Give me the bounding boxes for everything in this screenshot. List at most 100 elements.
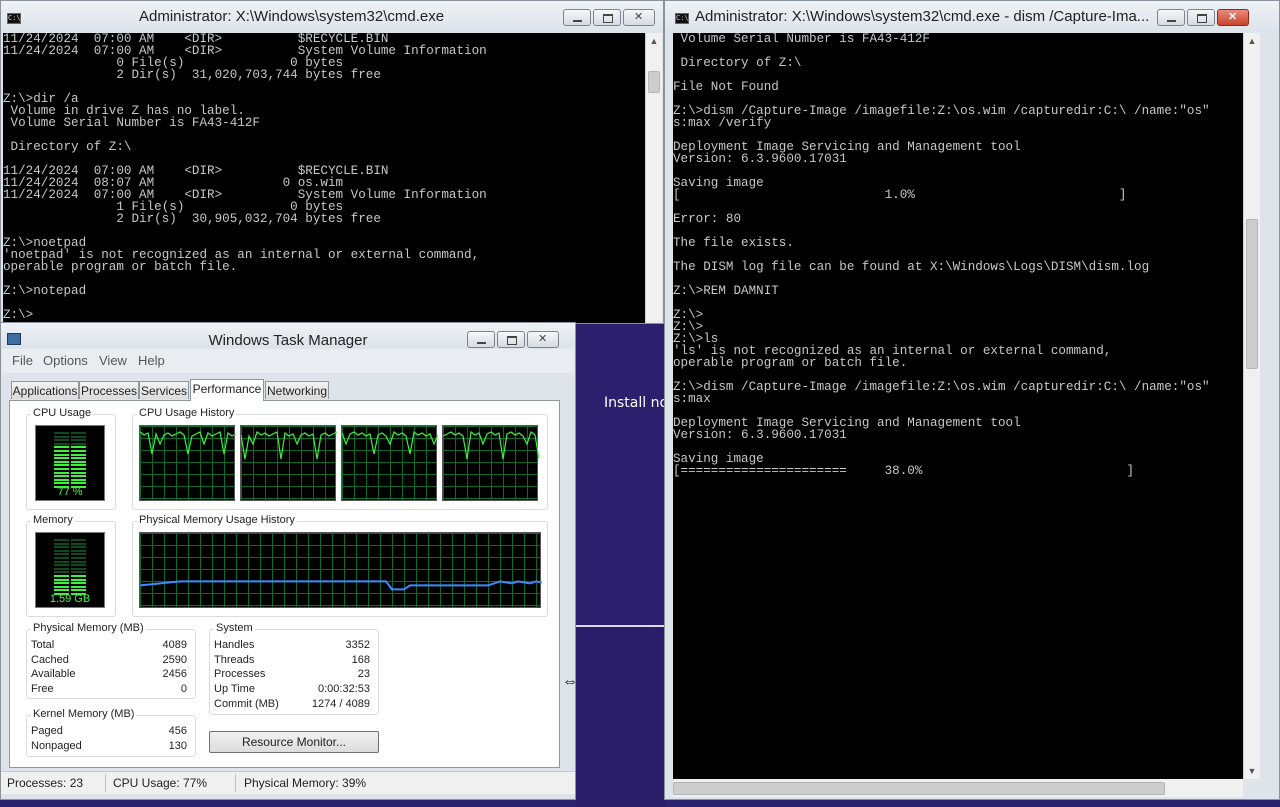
meter-segment xyxy=(54,557,69,559)
console-line: s:max xyxy=(673,392,711,406)
meter-segment xyxy=(71,582,86,585)
meter-segment xyxy=(71,578,86,581)
console-line: [ 1.0% ] xyxy=(673,188,1127,202)
stat-value: 1274 / 4089 xyxy=(311,698,370,710)
stat-row: Handles 3352 xyxy=(210,639,378,653)
tab-networking[interactable]: Networking xyxy=(265,381,329,399)
tab-services[interactable]: Services xyxy=(139,381,189,399)
scroll-down-arrow-icon[interactable]: ▼ xyxy=(1244,763,1260,779)
minimize-button[interactable] xyxy=(1157,9,1185,26)
close-button[interactable] xyxy=(527,331,559,348)
cmd-window-1-titlebar[interactable]: C:\ Administrator: X:\Windows\system32\c… xyxy=(1,1,663,33)
cpu-history-graph-core-2 xyxy=(240,425,338,501)
scroll-up-arrow-icon[interactable]: ▲ xyxy=(646,33,662,49)
cpu-usage-group: CPU Usage 77 % xyxy=(26,407,116,510)
cmd-window-1-title: Administrator: X:\Windows\system32\cmd.e… xyxy=(139,8,445,25)
meter-segment xyxy=(54,564,69,567)
meter-segment xyxy=(54,453,69,456)
cmd-2-vertical-scrollbar[interactable]: ▲ ▼ xyxy=(1243,33,1260,779)
task-manager-titlebar[interactable]: Windows Task Manager xyxy=(1,323,575,349)
close-button[interactable] xyxy=(1217,9,1249,26)
menu-view[interactable]: View xyxy=(99,353,127,368)
scroll-thumb[interactable] xyxy=(673,782,1165,795)
tab-applications[interactable]: Applications xyxy=(11,381,79,399)
desktop-background: Install no xyxy=(560,320,670,807)
meter-segment xyxy=(71,446,86,449)
meter-segment xyxy=(71,549,86,552)
meter-segment xyxy=(54,589,69,592)
memory-label: Memory xyxy=(31,514,75,526)
cmd-window-1[interactable]: C:\ Administrator: X:\Windows\system32\c… xyxy=(0,0,664,324)
stat-label: Up Time xyxy=(214,683,255,695)
cpu-usage-value: 77 % xyxy=(57,486,83,498)
meter-segment xyxy=(54,553,69,556)
meter-segment xyxy=(71,439,86,442)
maximize-button[interactable] xyxy=(593,9,621,26)
meter-segment xyxy=(71,553,86,556)
scroll-thumb[interactable] xyxy=(648,71,660,93)
console-line: Volume Serial Number is FA43-412F xyxy=(673,33,930,46)
stat-row: Threads 168 xyxy=(210,654,378,668)
stat-value: 0:00:32:53 xyxy=(318,683,370,695)
meter-segment xyxy=(54,460,69,463)
console-line: Directory of Z:\ xyxy=(3,140,132,154)
meter-segment xyxy=(71,432,86,434)
stat-value: 23 xyxy=(357,668,370,680)
meter-segment xyxy=(54,435,69,438)
cmd-window-2-titlebar[interactable]: C:\ Administrator: X:\Windows\system32\c… xyxy=(665,1,1279,33)
meter-segment xyxy=(54,542,69,545)
meter-segment xyxy=(54,549,69,552)
console-line: Z:\>dism /Capture-Image /imagefile:Z:\os… xyxy=(673,380,1210,394)
meter-segment xyxy=(54,432,69,434)
console-line: s:max /verify xyxy=(673,116,772,130)
minimize-button[interactable] xyxy=(563,9,591,26)
meter-segment xyxy=(54,567,69,570)
tab-performance[interactable]: Performance xyxy=(190,379,264,401)
meter-segment xyxy=(71,567,86,570)
maximize-button[interactable] xyxy=(497,331,525,348)
meter-segment xyxy=(71,585,86,588)
stat-label: Threads xyxy=(214,654,255,666)
menu-help[interactable]: Help xyxy=(138,353,165,368)
meter-segment xyxy=(54,450,69,452)
performance-panel: CPU Usage 77 % CPU Usage History Memory … xyxy=(9,400,560,768)
meter-segment xyxy=(71,571,86,574)
close-button[interactable] xyxy=(623,9,655,26)
cmd-1-console-output[interactable]: 11/24/2024 07:00 AM <DIR> $RECYCLE.BIN 11… xyxy=(3,33,645,323)
console-line: Z:\> xyxy=(3,308,34,322)
meter-segment xyxy=(71,542,86,545)
cmd-2-console-output[interactable]: Volume Serial Number is FA43-412F Direct… xyxy=(673,33,1243,779)
console-line: The DISM log file can be found at X:\Win… xyxy=(673,260,1150,274)
cmd-window-2[interactable]: C:\ Administrator: X:\Windows\system32\c… xyxy=(664,0,1280,800)
scroll-up-arrow-icon[interactable]: ▲ xyxy=(1244,33,1260,49)
maximize-button[interactable] xyxy=(1187,9,1215,26)
meter-segment xyxy=(71,435,86,438)
meter-segment xyxy=(71,557,86,559)
console-line: The file exists. xyxy=(673,236,794,250)
console-line: operable program or batch file. xyxy=(3,260,238,274)
cmd-1-vertical-scrollbar[interactable]: ▲ xyxy=(645,33,662,323)
menu-options[interactable]: Options xyxy=(43,353,88,368)
resource-monitor-button[interactable]: Resource Monitor... xyxy=(209,731,379,753)
meter-segment xyxy=(54,539,69,541)
scroll-thumb[interactable] xyxy=(1246,219,1258,369)
console-line: Z:\>REM DAMNIT xyxy=(673,284,779,298)
console-line: 2 Dir(s) 31,020,703,744 bytes free xyxy=(3,68,381,82)
cmd-2-horizontal-scrollbar[interactable] xyxy=(673,779,1243,797)
stat-row: Cached 2590 xyxy=(27,654,195,668)
meter-segment xyxy=(71,453,86,456)
install-now-text[interactable]: Install no xyxy=(604,395,668,411)
cpu-history-polyline xyxy=(139,431,237,455)
console-line: File Not Found xyxy=(673,80,779,94)
task-manager-window[interactable]: Windows Task Manager File Options View H… xyxy=(0,322,576,800)
console-line: Volume Serial Number is FA43-412F xyxy=(3,116,260,130)
minimize-button[interactable] xyxy=(467,331,495,348)
menu-bar: File Options View Help xyxy=(2,349,574,373)
kernel-memory-caption: Kernel Memory (MB) xyxy=(31,708,137,720)
cpu-history-group: CPU Usage History xyxy=(132,407,548,510)
menu-file[interactable]: File xyxy=(12,353,33,368)
meter-segment xyxy=(54,464,69,467)
tab-processes[interactable]: Processes xyxy=(79,381,139,399)
